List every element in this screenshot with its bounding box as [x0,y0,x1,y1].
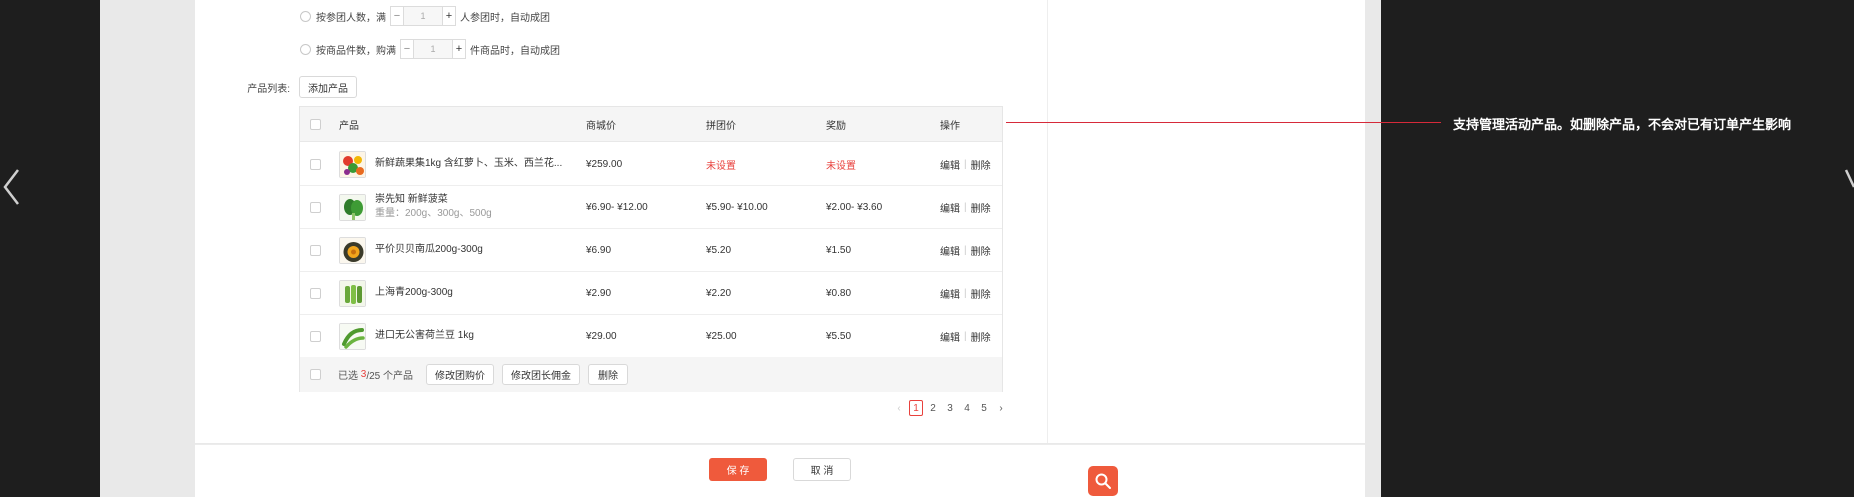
reward: ¥0.80 [826,287,852,299]
modify-group-price-button[interactable]: 修改团购价 [426,364,494,385]
table-row: 进口无公害荷兰豆 1kg ¥29.00 ¥25.00 ¥5.50 编辑 | 删除 [300,315,1002,358]
annotation-text: 支持管理活动产品。如删除产品，不会对已有订单产生影响 [1453,117,1792,132]
mall-price: ¥259.00 [586,158,623,170]
page-1[interactable]: 1 [909,400,923,416]
stepper-plus-button[interactable]: + [443,7,455,25]
row-checkbox[interactable] [310,201,321,213]
panel-divider [1047,0,1048,443]
product-name: 崇先知 新鲜菠菜 [375,194,448,205]
edit-link[interactable]: 编辑 [940,329,960,344]
cancel-button[interactable]: 取 消 [793,458,851,481]
selection-suffix: /25 个产品 [366,371,414,382]
edit-link[interactable]: 编辑 [940,286,960,301]
previous-slide-arrow-icon[interactable] [2,168,22,206]
delete-link[interactable]: 删除 [971,243,991,258]
edit-link[interactable]: 编辑 [940,200,960,215]
edit-link[interactable]: 编辑 [940,157,960,172]
product-name: 进口无公害荷兰豆 1kg [375,330,474,341]
rule-by-people-radio[interactable] [300,10,311,22]
delete-link[interactable]: 删除 [971,200,991,215]
annotation-line [1006,122,1441,123]
add-product-button[interactable]: 添加产品 [299,76,357,98]
page-4[interactable]: 4 [960,400,974,416]
save-button[interactable]: 保 存 [709,458,767,481]
table-row: 崇先知 新鲜菠菜 重量：200g、300g、500g ¥6.90- ¥12.00… [300,186,1002,229]
spinach-icon [339,193,366,221]
stepper-value[interactable]: 1 [413,40,453,58]
stepper-plus-button[interactable]: + [453,40,465,58]
rule-by-people-suffix: 人参团时，自动成团 [460,12,550,24]
mall-price: ¥29.00 [586,330,617,342]
row-checkbox[interactable] [310,330,321,342]
page-5[interactable]: 5 [977,400,991,416]
select-all-checkbox[interactable] [310,118,321,130]
product-list-label: 产品列表: [247,84,290,95]
table-footer: 已选 3/25 个产品 修改团购价 修改团长佣金 删除 [300,357,1002,392]
action-bar [195,444,1365,497]
snow-peas-icon [339,322,366,350]
pumpkin-icon [339,236,366,264]
header-product: 产品 [339,120,359,132]
row-checkbox[interactable] [310,287,321,299]
batch-delete-button[interactable]: 删除 [588,364,628,385]
items-count-stepper[interactable]: − 1 + [400,39,466,59]
rule-by-items: 按商品件数，购满 − 1 + 件商品时，自动成团 [300,39,560,59]
rule-by-items-radio[interactable] [300,43,311,55]
selection-count: 已选 3/25 个产品 [338,357,413,392]
rule-by-items-suffix: 件商品时，自动成团 [470,45,560,57]
delete-link[interactable]: 删除 [971,157,991,172]
delete-link[interactable]: 删除 [971,329,991,344]
group-price: ¥2.20 [706,287,732,299]
rule-by-people-prefix: 按参团人数，满 [316,12,386,24]
header-operation: 操作 [940,120,960,132]
product-table: 产品 商城价 拼团价 奖励 操作 新鲜蔬果集1kg 含红萝卜、玉米、西兰花...… [299,106,1003,392]
row-checkbox[interactable] [310,244,321,256]
header-group-price: 拼团价 [706,120,736,132]
delete-link[interactable]: 删除 [971,286,991,301]
search-icon[interactable] [1088,466,1118,496]
page-3[interactable]: 3 [943,400,957,416]
row-checkbox[interactable] [310,158,321,170]
table-row: 新鲜蔬果集1kg 含红萝卜、玉米、西兰花... ¥259.00 未设置 未设置 … [300,143,1002,186]
group-price: ¥5.20 [706,244,732,256]
reward: ¥5.50 [826,330,852,342]
stepper-minus-button[interactable]: − [401,40,413,58]
product-name: 上海青200g-300g [375,287,453,298]
next-slide-arrow-icon[interactable] [1844,168,1854,206]
footer-select-all-checkbox[interactable] [310,369,321,380]
pagination-prev-icon[interactable]: ‹ [892,400,906,416]
table-row: 平价贝贝南瓜200g-300g ¥6.90 ¥5.20 ¥1.50 编辑 | 删除 [300,229,1002,272]
reward: ¥1.50 [826,244,852,256]
group-price: 未设置 [706,160,736,172]
group-price: ¥5.90- ¥10.00 [706,201,768,213]
mixed-vegetables-icon [339,150,366,178]
mall-price: ¥6.90 [586,244,612,256]
rule-by-people: 按参团人数，满 − 1 + 人参团时，自动成团 [300,6,550,26]
group-price: ¥25.00 [706,330,737,342]
reward: 未设置 [826,160,856,172]
selection-prefix: 已选 [338,371,358,382]
people-count-stepper[interactable]: − 1 + [390,6,456,26]
product-spec: 重量：200g、300g、500g [375,208,492,219]
page-2[interactable]: 2 [926,400,940,416]
mall-price: ¥2.90 [586,287,612,299]
modify-leader-commission-button[interactable]: 修改团长佣金 [502,364,580,385]
header-reward: 奖励 [826,120,846,132]
stepper-value[interactable]: 1 [403,7,443,25]
table-header: 产品 商城价 拼团价 奖励 操作 [300,107,1002,142]
pagination-next-icon[interactable]: › [994,400,1008,416]
bok-choy-icon [339,279,366,307]
product-name: 平价贝贝南瓜200g-300g [375,244,483,255]
product-name: 新鲜蔬果集1kg 含红萝卜、玉米、西兰花... [375,158,563,169]
header-mall-price: 商城价 [586,120,616,132]
table-row: 上海青200g-300g ¥2.90 ¥2.20 ¥0.80 编辑 | 删除 [300,272,1002,315]
rule-by-items-prefix: 按商品件数，购满 [316,45,396,57]
stepper-minus-button[interactable]: − [391,7,403,25]
mall-price: ¥6.90- ¥12.00 [586,201,648,213]
reward: ¥2.00- ¥3.60 [826,201,883,213]
edit-link[interactable]: 编辑 [940,243,960,258]
